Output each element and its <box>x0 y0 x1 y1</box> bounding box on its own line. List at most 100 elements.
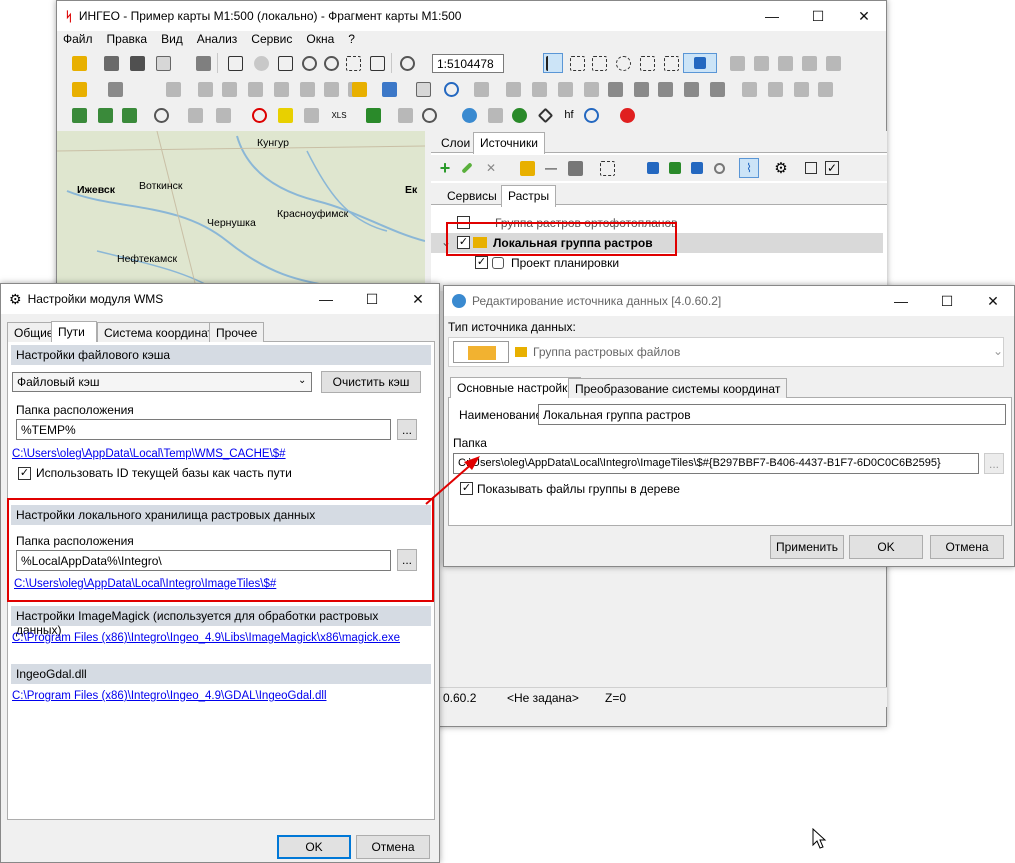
zoom-extent-icon[interactable] <box>367 53 387 73</box>
list-icon[interactable] <box>643 158 663 178</box>
wms-ok-button[interactable]: OK <box>277 835 351 859</box>
scale-input[interactable]: 1:5104478 <box>432 54 504 73</box>
zoom-in-icon[interactable] <box>299 53 319 73</box>
zoom-full-icon[interactable] <box>343 53 363 73</box>
close-button[interactable]: ✕ <box>970 286 1015 316</box>
split-icon[interactable] <box>219 79 239 99</box>
maximize-button[interactable]: ☐ <box>924 286 970 316</box>
tab-rasters[interactable]: Растры <box>501 185 557 207</box>
info-query-icon[interactable] <box>471 79 491 99</box>
globe-icon[interactable] <box>459 105 479 125</box>
folder-input[interactable]: C:\Users\oleg\AppData\Local\Integro\Imag… <box>453 453 979 474</box>
layers-icon[interactable] <box>101 53 121 73</box>
tool-a-icon[interactable] <box>503 79 523 99</box>
add-red-icon[interactable] <box>617 105 637 125</box>
kpt-icon[interactable] <box>363 105 383 125</box>
zoom-out-icon[interactable] <box>321 53 341 73</box>
group-icon[interactable] <box>105 79 125 99</box>
paste-icon[interactable] <box>297 79 317 99</box>
tool-j-icon[interactable] <box>739 79 759 99</box>
select-line-icon[interactable] <box>637 53 657 73</box>
close-button[interactable]: ✕ <box>395 284 441 314</box>
new-object-icon[interactable] <box>69 79 89 99</box>
document-icon[interactable] <box>153 53 173 73</box>
use-db-id-checkbox[interactable]: ✓ <box>18 467 31 480</box>
add-icon[interactable]: + <box>435 158 455 178</box>
name-input[interactable]: Локальная группа растров <box>538 404 1006 425</box>
traverse-icon[interactable] <box>69 105 89 125</box>
table-icon[interactable] <box>379 79 399 99</box>
maximize-button[interactable]: ☐ <box>795 1 841 31</box>
tool-i-icon[interactable] <box>707 79 727 99</box>
tab-coordinates[interactable]: Система координат <box>97 322 221 342</box>
xls-icon[interactable]: XLS <box>329 105 349 125</box>
menu-file[interactable]: Файл <box>63 32 93 50</box>
merge-icon[interactable] <box>163 79 183 99</box>
select-cursor-icon[interactable] <box>543 53 563 73</box>
highlight-icon[interactable] <box>349 79 369 99</box>
edit-scale-icon[interactable] <box>799 53 819 73</box>
select-mode-icon[interactable] <box>683 53 717 73</box>
fullscreen-icon[interactable] <box>597 158 617 178</box>
scale-zoom-icon[interactable] <box>397 53 417 73</box>
tree-row[interactable]: ✓ Проект планировки <box>431 253 887 273</box>
settings-gear-icon[interactable]: ⚙ <box>771 158 791 178</box>
edit-vertex-icon[interactable] <box>727 53 747 73</box>
tab-paths[interactable]: Пути <box>51 321 97 343</box>
type-select[interactable]: Группа растровых файлов ⌄ <box>448 337 1004 367</box>
tab-sources[interactable]: Источники <box>473 132 545 154</box>
undo-icon[interactable] <box>441 79 461 99</box>
maximize-button[interactable]: ☐ <box>349 284 395 314</box>
cut-icon[interactable] <box>195 79 215 99</box>
image-search-icon[interactable] <box>687 158 707 178</box>
search2-icon[interactable] <box>419 105 439 125</box>
measure-icon[interactable] <box>321 79 341 99</box>
traverse2-icon[interactable] <box>95 105 115 125</box>
select-poly-icon[interactable] <box>589 53 609 73</box>
no-entry-icon[interactable] <box>249 105 269 125</box>
zoom-box-icon[interactable] <box>275 53 295 73</box>
select-tool-icon[interactable] <box>225 53 245 73</box>
join-icon[interactable] <box>245 79 265 99</box>
imagick-path-link[interactable]: C:\Program Files (x86)\Integro\Ingeo_4.9… <box>12 632 400 644</box>
select-area-icon[interactable] <box>661 53 681 73</box>
pulse-icon[interactable]: ⌇ <box>739 158 759 178</box>
edit-ok-button[interactable]: OK <box>849 535 923 559</box>
wms-cancel-button[interactable]: Отмена <box>356 835 430 859</box>
diamond-icon[interactable] <box>535 105 555 125</box>
tab-main-settings[interactable]: Основные настройки <box>450 377 582 399</box>
print-icon[interactable] <box>193 53 213 73</box>
cache-folder-input[interactable]: %TEMP% <box>16 419 391 440</box>
stack-icon[interactable] <box>127 53 147 73</box>
search-icon[interactable] <box>151 105 171 125</box>
chat-icon[interactable] <box>213 105 233 125</box>
cache-type-select[interactable]: Файловый кэш <box>12 372 312 392</box>
home-icon[interactable] <box>485 105 505 125</box>
properties-icon[interactable] <box>565 158 585 178</box>
map-view[interactable]: Кунгур Ижевск Воткинск Чернушка Красноуф… <box>57 131 425 291</box>
tab-cs-transform[interactable]: Преобразование системы координат <box>568 378 788 398</box>
minimize-button[interactable]: — <box>878 286 924 316</box>
menu-windows[interactable]: Окна <box>306 32 334 50</box>
checkbox-empty-icon[interactable] <box>801 158 821 178</box>
close-button[interactable]: ✕ <box>841 1 887 31</box>
tool-f-icon[interactable] <box>631 79 651 99</box>
edit-rotate-icon[interactable] <box>775 53 795 73</box>
tool-b-icon[interactable] <box>529 79 549 99</box>
map-pin-icon[interactable] <box>509 105 529 125</box>
edit-move-icon[interactable] <box>751 53 771 73</box>
menu-edit[interactable]: Правка <box>107 32 148 50</box>
delete-icon[interactable]: ✕ <box>481 158 501 178</box>
height-icon[interactable]: hf <box>559 105 579 125</box>
tab-services[interactable]: Сервисы <box>441 186 503 206</box>
add-folder-icon[interactable] <box>517 158 537 178</box>
minimize-button[interactable]: — <box>749 1 795 31</box>
tool-l-icon[interactable] <box>791 79 811 99</box>
menu-view[interactable]: Вид <box>161 32 183 50</box>
edit-pencil-icon[interactable] <box>457 158 477 178</box>
open-map-icon[interactable] <box>69 53 89 73</box>
tool-d-icon[interactable] <box>581 79 601 99</box>
tab-other[interactable]: Прочее <box>209 322 265 342</box>
clear-cache-button[interactable]: Очистить кэш <box>321 371 421 393</box>
menu-analysis[interactable]: Анализ <box>197 32 238 50</box>
